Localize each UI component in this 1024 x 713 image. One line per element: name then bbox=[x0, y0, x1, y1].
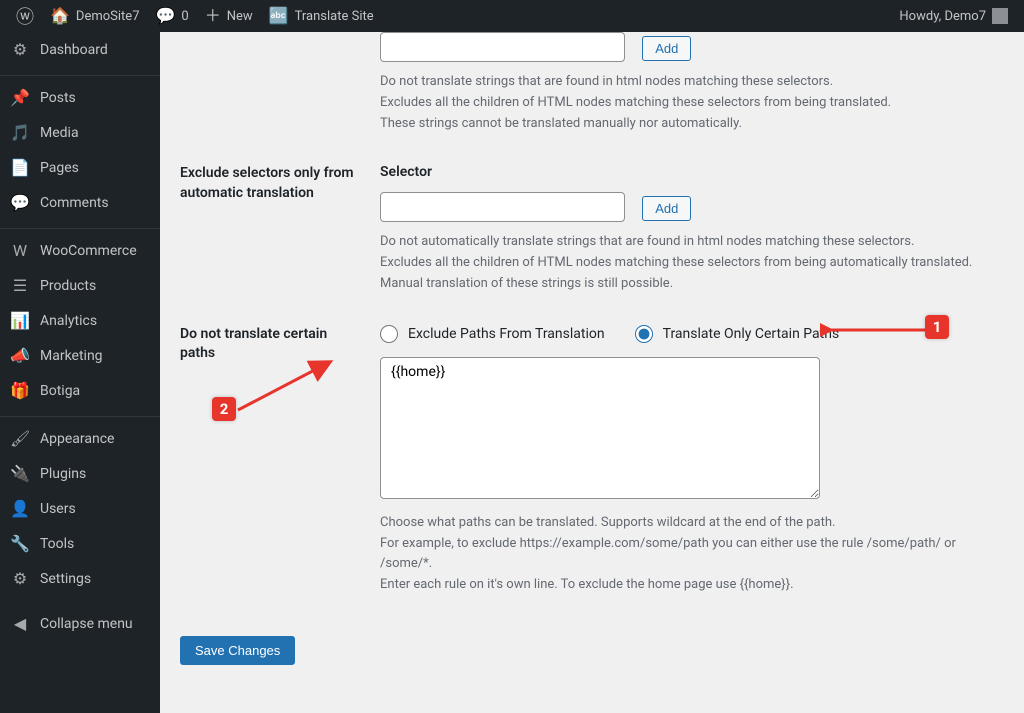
collapse-icon: ◀ bbox=[10, 614, 30, 633]
menu-icon: 🔧 bbox=[10, 534, 30, 553]
translate-icon: 🔤 bbox=[269, 8, 289, 24]
menu-label: Media bbox=[40, 125, 150, 141]
menu-icon: 🎁 bbox=[10, 381, 30, 400]
sidebar-item-appearance[interactable]: 🖌 Appearance bbox=[0, 421, 160, 456]
menu-label: Dashboard bbox=[40, 42, 150, 58]
menu-icon: 💬 bbox=[10, 193, 30, 212]
add-button[interactable]: Add bbox=[642, 196, 691, 221]
sidebar-item-tools[interactable]: 🔧 Tools bbox=[0, 526, 160, 561]
menu-label: WooCommerce bbox=[40, 243, 150, 259]
sidebar-item-settings[interactable]: ⚙ Settings bbox=[0, 561, 160, 596]
sidebar-item-users[interactable]: 👤 Users bbox=[0, 491, 160, 526]
wordpress-icon: ⓦ bbox=[16, 3, 34, 29]
save-changes-button[interactable]: Save Changes bbox=[180, 636, 295, 665]
sidebar-item-pages[interactable]: 📄 Pages bbox=[0, 150, 160, 185]
section-heading: Exclude selectors only from automatic tr… bbox=[180, 164, 380, 294]
howdy-link[interactable]: Howdy, Demo7 bbox=[891, 0, 1016, 32]
menu-label: Tools bbox=[40, 536, 150, 552]
comment-icon: 💬 bbox=[156, 8, 176, 24]
avatar-icon bbox=[992, 8, 1008, 24]
selector-label: Selector bbox=[380, 164, 1004, 180]
sidebar-item-media[interactable]: 🎵 Media bbox=[0, 115, 160, 150]
annotation-marker-1: 1 bbox=[925, 315, 949, 339]
menu-label: Botiga bbox=[40, 383, 150, 399]
menu-label: Analytics bbox=[40, 313, 150, 329]
sidebar-item-analytics[interactable]: 📊 Analytics bbox=[0, 303, 160, 338]
menu-label: Plugins bbox=[40, 466, 150, 482]
sidebar-item-dashboard[interactable]: ⚙ Dashboard bbox=[0, 32, 160, 67]
collapse-menu[interactable]: ◀ Collapse menu bbox=[0, 606, 160, 641]
admin-sidebar: ⚙ Dashboard 📌 Posts 🎵 Media 📄 Pages 💬 Comments W Wo… bbox=[0, 32, 160, 713]
howdy-text: Howdy, Demo7 bbox=[899, 9, 986, 24]
radio-translate-only[interactable]: Translate Only Certain Paths bbox=[635, 325, 840, 343]
menu-icon: 📊 bbox=[10, 311, 30, 330]
collapse-label: Collapse menu bbox=[40, 616, 150, 632]
menu-icon: 🎵 bbox=[10, 123, 30, 142]
menu-label: Marketing bbox=[40, 348, 150, 364]
translate-link[interactable]: 🔤 Translate Site bbox=[261, 0, 382, 32]
menu-label: Products bbox=[40, 278, 150, 294]
wp-logo[interactable]: ⓦ bbox=[8, 0, 42, 32]
exclude-selector-input[interactable] bbox=[380, 32, 625, 62]
new-link[interactable]: ＋ New bbox=[197, 0, 261, 32]
comments-link[interactable]: 💬0 bbox=[148, 0, 197, 32]
description-text: Choose what paths can be translated. Sup… bbox=[380, 513, 1004, 596]
add-button[interactable]: Add bbox=[642, 36, 691, 61]
menu-icon: ⚙ bbox=[10, 40, 30, 59]
menu-label: Users bbox=[40, 501, 150, 517]
radio-input[interactable] bbox=[635, 325, 653, 343]
main-content: Add Do not translate strings that are fo… bbox=[160, 32, 1024, 705]
menu-icon: 📌 bbox=[10, 88, 30, 107]
sidebar-item-botiga[interactable]: 🎁 Botiga bbox=[0, 373, 160, 408]
menu-icon: 👤 bbox=[10, 499, 30, 518]
site-link[interactable]: 🏠 DemoSite7 bbox=[42, 0, 148, 32]
menu-icon: ☰ bbox=[10, 276, 30, 295]
menu-icon: 🔌 bbox=[10, 464, 30, 483]
radio-label: Exclude Paths From Translation bbox=[408, 326, 605, 342]
admin-bar: ⓦ 🏠DemoSite7 💬0 ＋New 🔤Translate Site How… bbox=[0, 0, 1024, 32]
sidebar-item-marketing[interactable]: 📣 Marketing bbox=[0, 338, 160, 373]
sidebar-item-plugins[interactable]: 🔌 Plugins bbox=[0, 456, 160, 491]
sidebar-item-posts[interactable]: 📌 Posts bbox=[0, 80, 160, 115]
paths-textarea[interactable] bbox=[380, 357, 820, 499]
sidebar-item-products[interactable]: ☰ Products bbox=[0, 268, 160, 303]
description-text: Do not automatically translate strings t… bbox=[380, 232, 1004, 294]
home-icon: 🏠 bbox=[50, 8, 70, 24]
menu-label: Posts bbox=[40, 90, 150, 106]
menu-label: Appearance bbox=[40, 431, 150, 447]
translate-label: Translate Site bbox=[295, 9, 374, 24]
annotation-marker-2: 2 bbox=[212, 397, 236, 421]
radio-label: Translate Only Certain Paths bbox=[663, 326, 840, 342]
menu-icon: W bbox=[10, 241, 30, 260]
section-heading: Do not translate certain paths bbox=[180, 325, 380, 596]
auto-exclude-selector-input[interactable] bbox=[380, 192, 625, 222]
comments-count: 0 bbox=[181, 9, 188, 24]
new-label: New bbox=[227, 9, 253, 24]
menu-icon: ⚙ bbox=[10, 569, 30, 588]
radio-input[interactable] bbox=[380, 325, 398, 343]
plus-icon: ＋ bbox=[205, 8, 221, 24]
sidebar-item-comments[interactable]: 💬 Comments bbox=[0, 185, 160, 220]
menu-label: Settings bbox=[40, 571, 150, 587]
menu-icon: 📄 bbox=[10, 158, 30, 177]
sidebar-item-woocommerce[interactable]: W WooCommerce bbox=[0, 233, 160, 268]
menu-icon: 📣 bbox=[10, 346, 30, 365]
radio-exclude-paths[interactable]: Exclude Paths From Translation bbox=[380, 325, 605, 343]
menu-label: Comments bbox=[40, 195, 150, 211]
description-text: Do not translate strings that are found … bbox=[380, 72, 1004, 134]
site-name: DemoSite7 bbox=[76, 9, 140, 24]
menu-icon: 🖌 bbox=[10, 429, 30, 448]
menu-label: Pages bbox=[40, 160, 150, 176]
